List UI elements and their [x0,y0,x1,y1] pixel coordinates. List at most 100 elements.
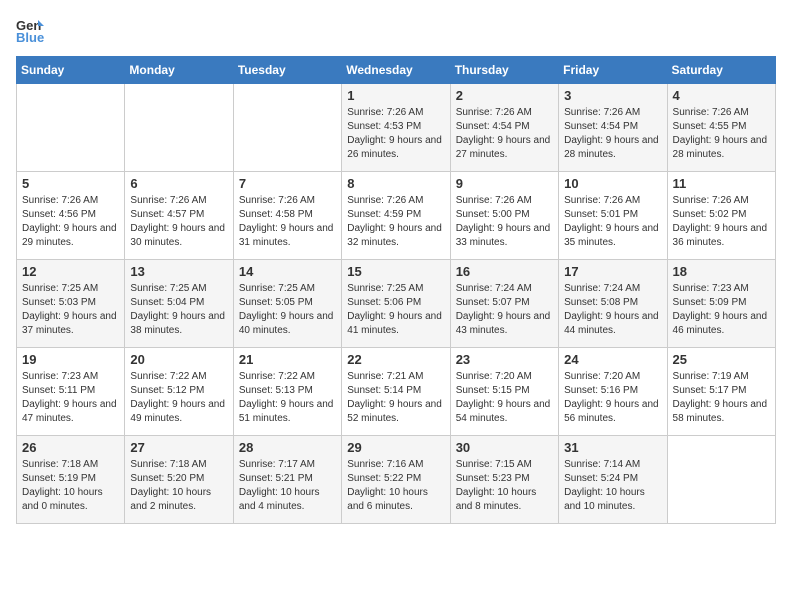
svg-text:Blue: Blue [16,30,44,44]
day-info: Sunrise: 7:26 AMSunset: 4:58 PMDaylight:… [239,194,336,250]
day-number: 13 [130,264,227,279]
calendar-cell: 11 Sunrise: 7:26 AMSunset: 5:02 PMDaylig… [667,172,775,260]
calendar-cell: 23 Sunrise: 7:20 AMSunset: 5:15 PMDaylig… [450,348,558,436]
day-number: 22 [347,352,444,367]
day-info: Sunrise: 7:25 AMSunset: 5:03 PMDaylight:… [22,282,119,338]
calendar-cell: 22 Sunrise: 7:21 AMSunset: 5:14 PMDaylig… [342,348,450,436]
logo-icon: Gen Blue [16,16,44,44]
day-info: Sunrise: 7:26 AMSunset: 4:55 PMDaylight:… [673,106,770,162]
day-number: 18 [673,264,770,279]
day-number: 31 [564,440,661,455]
calendar-table: SundayMondayTuesdayWednesdayThursdayFrid… [16,56,776,524]
day-number: 12 [22,264,119,279]
weekday-header-monday: Monday [125,57,233,84]
calendar-cell: 21 Sunrise: 7:22 AMSunset: 5:13 PMDaylig… [233,348,341,436]
day-info: Sunrise: 7:25 AMSunset: 5:05 PMDaylight:… [239,282,336,338]
day-number: 21 [239,352,336,367]
calendar-week-4: 19 Sunrise: 7:23 AMSunset: 5:11 PMDaylig… [17,348,776,436]
day-number: 28 [239,440,336,455]
calendar-cell: 28 Sunrise: 7:17 AMSunset: 5:21 PMDaylig… [233,436,341,524]
day-number: 23 [456,352,553,367]
calendar-cell: 15 Sunrise: 7:25 AMSunset: 5:06 PMDaylig… [342,260,450,348]
weekday-header-tuesday: Tuesday [233,57,341,84]
day-info: Sunrise: 7:18 AMSunset: 5:19 PMDaylight:… [22,458,119,514]
calendar-cell: 8 Sunrise: 7:26 AMSunset: 4:59 PMDayligh… [342,172,450,260]
day-info: Sunrise: 7:26 AMSunset: 4:53 PMDaylight:… [347,106,444,162]
calendar-cell: 16 Sunrise: 7:24 AMSunset: 5:07 PMDaylig… [450,260,558,348]
calendar-cell: 9 Sunrise: 7:26 AMSunset: 5:00 PMDayligh… [450,172,558,260]
calendar-cell: 20 Sunrise: 7:22 AMSunset: 5:12 PMDaylig… [125,348,233,436]
day-number: 1 [347,88,444,103]
calendar-cell: 3 Sunrise: 7:26 AMSunset: 4:54 PMDayligh… [559,84,667,172]
weekday-header-sunday: Sunday [17,57,125,84]
weekday-header-friday: Friday [559,57,667,84]
calendar-cell: 2 Sunrise: 7:26 AMSunset: 4:54 PMDayligh… [450,84,558,172]
day-number: 16 [456,264,553,279]
calendar-cell: 31 Sunrise: 7:14 AMSunset: 5:24 PMDaylig… [559,436,667,524]
day-info: Sunrise: 7:23 AMSunset: 5:11 PMDaylight:… [22,370,119,426]
day-number: 27 [130,440,227,455]
day-number: 30 [456,440,553,455]
day-info: Sunrise: 7:23 AMSunset: 5:09 PMDaylight:… [673,282,770,338]
day-info: Sunrise: 7:26 AMSunset: 5:00 PMDaylight:… [456,194,553,250]
calendar-cell: 26 Sunrise: 7:18 AMSunset: 5:19 PMDaylig… [17,436,125,524]
day-info: Sunrise: 7:22 AMSunset: 5:12 PMDaylight:… [130,370,227,426]
day-number: 8 [347,176,444,191]
calendar-cell: 24 Sunrise: 7:20 AMSunset: 5:16 PMDaylig… [559,348,667,436]
calendar-cell [125,84,233,172]
day-info: Sunrise: 7:17 AMSunset: 5:21 PMDaylight:… [239,458,336,514]
calendar-week-2: 5 Sunrise: 7:26 AMSunset: 4:56 PMDayligh… [17,172,776,260]
calendar-cell [17,84,125,172]
calendar-cell: 5 Sunrise: 7:26 AMSunset: 4:56 PMDayligh… [17,172,125,260]
page-header: Gen Blue [16,16,776,44]
calendar-cell: 12 Sunrise: 7:25 AMSunset: 5:03 PMDaylig… [17,260,125,348]
day-info: Sunrise: 7:25 AMSunset: 5:06 PMDaylight:… [347,282,444,338]
day-number: 19 [22,352,119,367]
day-number: 7 [239,176,336,191]
day-number: 4 [673,88,770,103]
day-number: 11 [673,176,770,191]
calendar-cell: 18 Sunrise: 7:23 AMSunset: 5:09 PMDaylig… [667,260,775,348]
calendar-cell: 27 Sunrise: 7:18 AMSunset: 5:20 PMDaylig… [125,436,233,524]
day-number: 2 [456,88,553,103]
day-info: Sunrise: 7:19 AMSunset: 5:17 PMDaylight:… [673,370,770,426]
weekday-header-saturday: Saturday [667,57,775,84]
calendar-cell: 17 Sunrise: 7:24 AMSunset: 5:08 PMDaylig… [559,260,667,348]
calendar-cell: 30 Sunrise: 7:15 AMSunset: 5:23 PMDaylig… [450,436,558,524]
day-info: Sunrise: 7:18 AMSunset: 5:20 PMDaylight:… [130,458,227,514]
day-info: Sunrise: 7:26 AMSunset: 4:54 PMDaylight:… [564,106,661,162]
calendar-cell [233,84,341,172]
weekday-header-wednesday: Wednesday [342,57,450,84]
day-number: 20 [130,352,227,367]
calendar-cell: 4 Sunrise: 7:26 AMSunset: 4:55 PMDayligh… [667,84,775,172]
calendar-header-row: SundayMondayTuesdayWednesdayThursdayFrid… [17,57,776,84]
day-info: Sunrise: 7:24 AMSunset: 5:07 PMDaylight:… [456,282,553,338]
day-info: Sunrise: 7:26 AMSunset: 4:59 PMDaylight:… [347,194,444,250]
calendar-week-3: 12 Sunrise: 7:25 AMSunset: 5:03 PMDaylig… [17,260,776,348]
day-number: 15 [347,264,444,279]
calendar-cell [667,436,775,524]
day-number: 14 [239,264,336,279]
day-number: 24 [564,352,661,367]
calendar-cell: 25 Sunrise: 7:19 AMSunset: 5:17 PMDaylig… [667,348,775,436]
day-info: Sunrise: 7:26 AMSunset: 4:54 PMDaylight:… [456,106,553,162]
day-info: Sunrise: 7:26 AMSunset: 5:02 PMDaylight:… [673,194,770,250]
day-number: 6 [130,176,227,191]
day-info: Sunrise: 7:25 AMSunset: 5:04 PMDaylight:… [130,282,227,338]
day-number: 5 [22,176,119,191]
day-number: 29 [347,440,444,455]
calendar-cell: 14 Sunrise: 7:25 AMSunset: 5:05 PMDaylig… [233,260,341,348]
day-info: Sunrise: 7:22 AMSunset: 5:13 PMDaylight:… [239,370,336,426]
day-number: 25 [673,352,770,367]
calendar-week-5: 26 Sunrise: 7:18 AMSunset: 5:19 PMDaylig… [17,436,776,524]
day-info: Sunrise: 7:26 AMSunset: 4:57 PMDaylight:… [130,194,227,250]
weekday-header-thursday: Thursday [450,57,558,84]
calendar-cell: 10 Sunrise: 7:26 AMSunset: 5:01 PMDaylig… [559,172,667,260]
day-info: Sunrise: 7:20 AMSunset: 5:16 PMDaylight:… [564,370,661,426]
day-number: 3 [564,88,661,103]
calendar-cell: 1 Sunrise: 7:26 AMSunset: 4:53 PMDayligh… [342,84,450,172]
day-info: Sunrise: 7:14 AMSunset: 5:24 PMDaylight:… [564,458,661,514]
calendar-cell: 7 Sunrise: 7:26 AMSunset: 4:58 PMDayligh… [233,172,341,260]
calendar-cell: 19 Sunrise: 7:23 AMSunset: 5:11 PMDaylig… [17,348,125,436]
day-number: 17 [564,264,661,279]
